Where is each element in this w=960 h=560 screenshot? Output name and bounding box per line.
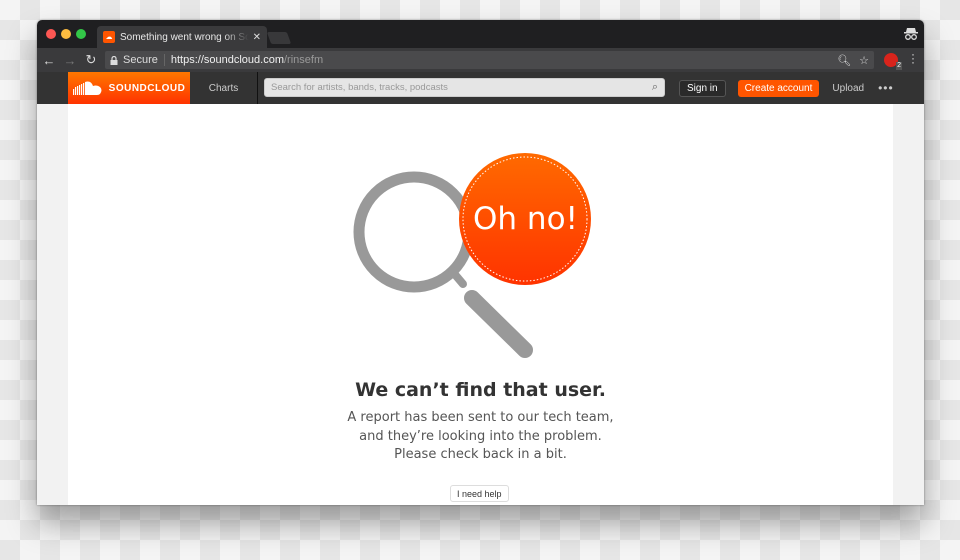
search-input[interactable]: Search for artists, bands, tracks, podca… bbox=[264, 78, 665, 97]
close-window-button[interactable] bbox=[46, 29, 56, 39]
error-message-line: Please check back in a bit. bbox=[394, 447, 567, 462]
browser-toolbar: ← → ↻ Secure https://soundcloud.com/rins… bbox=[37, 48, 924, 72]
search-placeholder: Search for artists, bands, tracks, podca… bbox=[271, 82, 448, 93]
lock-icon bbox=[110, 55, 118, 65]
nav-charts[interactable]: Charts bbox=[190, 72, 258, 104]
soundcloud-favicon-icon: ☁ bbox=[103, 31, 115, 43]
bookmark-star-icon[interactable]: ☆ bbox=[859, 54, 869, 67]
create-account-button[interactable]: Create account bbox=[737, 80, 820, 97]
i-need-help-button[interactable]: I need help bbox=[450, 485, 509, 502]
title-bar: ☁ Something went wrong on SoundCloud ✕ bbox=[37, 20, 924, 48]
error-message-line: and they’re looking into the problem. bbox=[359, 428, 602, 444]
maximize-window-button[interactable] bbox=[76, 29, 86, 39]
oh-no-badge-text: Oh no! bbox=[473, 200, 578, 237]
soundcloud-logo[interactable]: SOUNDCLOUD bbox=[68, 72, 190, 104]
more-options-icon[interactable]: ••• bbox=[878, 72, 894, 104]
zoom-icon[interactable]: 🔍︎ bbox=[837, 54, 851, 67]
extension-icon[interactable]: 2 bbox=[884, 53, 902, 70]
browser-menu-icon[interactable]: · · · bbox=[910, 48, 916, 68]
url-path: /rinsefm bbox=[283, 54, 324, 66]
secure-label: Secure bbox=[123, 54, 165, 66]
reload-button[interactable]: ↻ bbox=[82, 51, 100, 69]
extension-badge: 2 bbox=[896, 62, 902, 70]
address-bar[interactable]: Secure https://soundcloud.com/rinsefm 🔍︎… bbox=[105, 51, 874, 69]
soundcloud-cloud-icon bbox=[72, 81, 102, 95]
forward-button[interactable]: → bbox=[61, 51, 79, 69]
error-message-line: A report has been sent to our tech team, bbox=[347, 410, 614, 425]
tab-title: Something went wrong on SoundCloud bbox=[120, 31, 249, 43]
upload-link[interactable]: Upload bbox=[832, 72, 864, 104]
error-headline: We can’t find that user. bbox=[355, 379, 606, 401]
page-content: Oh no! We can’t find that user. A report… bbox=[37, 104, 924, 505]
incognito-icon bbox=[904, 28, 918, 40]
close-tab-icon[interactable]: ✕ bbox=[253, 32, 261, 43]
back-button[interactable]: ← bbox=[40, 51, 58, 69]
url-host: https://soundcloud.com bbox=[170, 54, 284, 66]
soundcloud-header: SOUNDCLOUD Charts Search for artists, ba… bbox=[37, 72, 924, 104]
new-tab-button[interactable] bbox=[266, 32, 292, 44]
error-message: A report has been sent to our tech team,… bbox=[37, 409, 924, 465]
search-icon[interactable]: ⌕ bbox=[652, 81, 658, 94]
minimize-window-button[interactable] bbox=[61, 29, 71, 39]
browser-window: ☁ Something went wrong on SoundCloud ✕ ←… bbox=[37, 20, 924, 505]
browser-tab[interactable]: ☁ Something went wrong on SoundCloud ✕ bbox=[97, 26, 267, 48]
logo-text: SOUNDCLOUD bbox=[108, 82, 186, 94]
sign-in-button[interactable]: Sign in bbox=[679, 80, 726, 97]
